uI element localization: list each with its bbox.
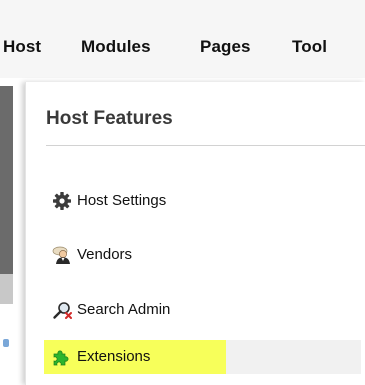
background-dark-strip bbox=[0, 86, 13, 274]
feature-host-settings[interactable]: Host Settings bbox=[26, 184, 365, 218]
background-grey-strip bbox=[0, 274, 13, 304]
feature-label: Host Settings bbox=[77, 192, 167, 209]
menu-item-pages[interactable]: Pages bbox=[200, 37, 251, 57]
menu-item-tools[interactable]: Tool bbox=[292, 37, 327, 57]
feature-label: Vendors bbox=[77, 246, 133, 263]
gear-icon bbox=[53, 192, 71, 210]
menu-item-host[interactable]: Host bbox=[3, 37, 41, 57]
top-menu-bar: Host Modules Pages Tool bbox=[0, 0, 365, 78]
vendor-person-icon bbox=[52, 246, 70, 264]
row-hover-background bbox=[226, 340, 361, 374]
feature-extensions[interactable]: Extensions bbox=[26, 340, 365, 374]
magnifier-icon bbox=[53, 302, 72, 319]
background-blue-marker bbox=[3, 339, 9, 347]
host-features-dropdown: Host Features Host Settings Vendors Sear… bbox=[25, 82, 365, 385]
title-divider bbox=[46, 145, 365, 146]
feature-vendors[interactable]: Vendors bbox=[26, 238, 365, 272]
panel-title: Host Features bbox=[46, 108, 173, 129]
background-page-edge bbox=[0, 78, 16, 385]
feature-label: Search Admin bbox=[77, 301, 171, 318]
feature-label: Extensions bbox=[77, 348, 151, 365]
feature-search-admin[interactable]: Search Admin bbox=[26, 293, 365, 327]
puzzle-icon bbox=[53, 350, 69, 366]
menu-item-modules[interactable]: Modules bbox=[81, 37, 151, 57]
